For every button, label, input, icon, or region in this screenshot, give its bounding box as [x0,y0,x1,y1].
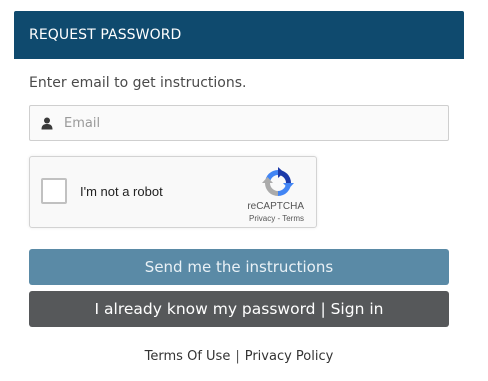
recaptcha-links: Privacy - Terms [249,214,304,223]
user-icon [32,117,62,130]
recaptcha-privacy-link[interactable]: Privacy [249,214,275,223]
terms-of-use-link[interactable]: Terms Of Use [145,349,231,364]
privacy-policy-link[interactable]: Privacy Policy [245,349,334,364]
recaptcha-brand: reCAPTCHA [247,201,304,212]
recaptcha-label: I'm not a robot [80,184,163,199]
recaptcha-terms-link[interactable]: Terms [282,214,304,223]
email-field[interactable] [62,108,448,138]
footer-separator: | [235,349,240,364]
sign-in-button[interactable]: I already know my password | Sign in [29,291,449,327]
recaptcha-logo-icon [262,167,294,199]
intro-text: Enter email to get instructions. [29,75,247,91]
send-instructions-button[interactable]: Send me the instructions [29,249,449,285]
recaptcha-checkbox[interactable] [41,178,67,204]
footer-links: Terms Of Use | Privacy Policy [0,349,478,364]
panel-title: REQUEST PASSWORD [29,27,182,43]
recaptcha-widget: I'm not a robot reCAPTCHA Privacy - Term… [29,156,317,228]
email-field-wrapper[interactable] [29,105,449,141]
panel-header: REQUEST PASSWORD [14,11,464,59]
request-password-panel: REQUEST PASSWORD [14,11,464,59]
